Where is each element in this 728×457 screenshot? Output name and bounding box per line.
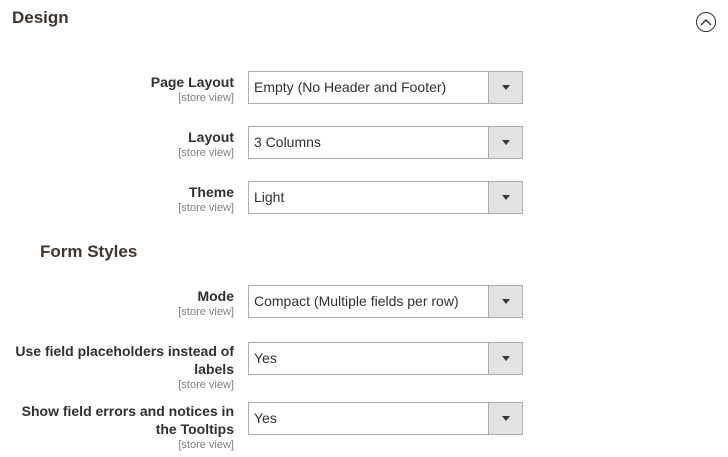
mode-select[interactable]: Compact (Multiple fields per row) (248, 285, 523, 318)
dropdown-arrow[interactable] (488, 403, 522, 434)
field-label-mode: Mode (197, 288, 234, 304)
select-value: 3 Columns (254, 134, 321, 150)
scope-label: [store view] (178, 306, 234, 318)
page-layout-select[interactable]: Empty (No Header and Footer) (248, 71, 523, 104)
select-value: Yes (254, 410, 277, 426)
dropdown-arrow[interactable] (488, 127, 522, 158)
select-value: Compact (Multiple fields per row) (254, 293, 459, 309)
field-label-use-placeholders-line1: Use field placeholders instead of (15, 343, 234, 359)
caret-down-icon (502, 85, 510, 90)
scope-label: [store view] (178, 202, 234, 214)
caret-down-icon (502, 356, 510, 361)
caret-down-icon (502, 140, 510, 145)
theme-select[interactable]: Light (248, 181, 523, 214)
field-label-theme: Theme (188, 184, 234, 200)
caret-down-icon (502, 195, 510, 200)
scope-label: [store view] (178, 147, 234, 159)
dropdown-arrow[interactable] (488, 182, 522, 213)
dropdown-arrow[interactable] (488, 286, 522, 317)
field-label-page-layout: Page Layout (150, 74, 234, 90)
subsection-title-form-styles: Form Styles (40, 242, 138, 261)
scope-label: [store view] (178, 439, 234, 451)
caret-down-icon (502, 299, 510, 304)
field-label-show-errors-line2: the Tooltips (155, 421, 234, 437)
dropdown-arrow[interactable] (488, 72, 522, 103)
caret-down-icon (502, 416, 510, 421)
scope-label: [store view] (178, 92, 234, 104)
field-label-use-placeholders-line2: labels (194, 361, 234, 377)
select-value: Light (254, 189, 285, 205)
show-errors-select[interactable]: Yes (248, 402, 523, 435)
scope-label: [store view] (178, 379, 234, 391)
chevron-up-icon (700, 19, 712, 26)
dropdown-arrow[interactable] (488, 343, 522, 374)
section-title: Design (12, 8, 69, 27)
select-value: Empty (No Header and Footer) (254, 79, 447, 95)
field-label-layout: Layout (188, 129, 234, 145)
select-value: Yes (254, 350, 277, 366)
use-placeholders-select[interactable]: Yes (248, 342, 523, 375)
collapse-section-button[interactable] (696, 12, 716, 32)
field-label-show-errors-line1: Show field errors and notices in (21, 403, 234, 419)
layout-select[interactable]: 3 Columns (248, 126, 523, 159)
